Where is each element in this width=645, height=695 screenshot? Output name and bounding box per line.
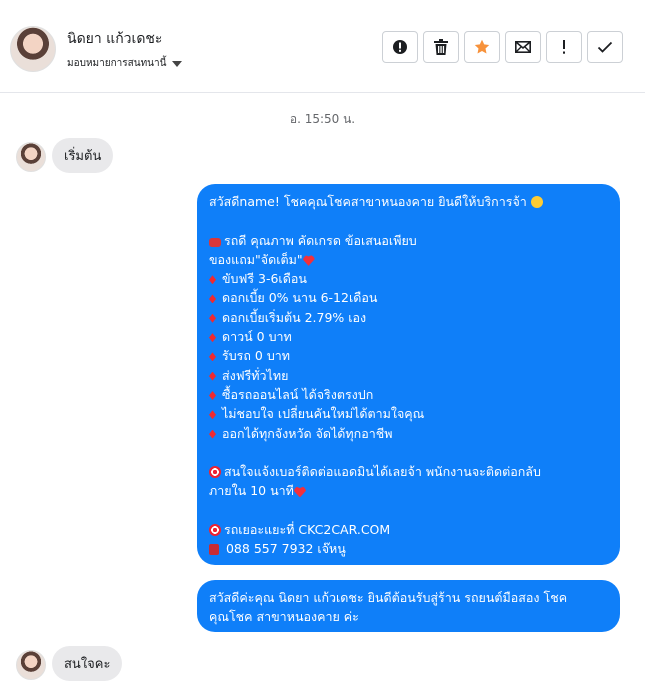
incoming-message: เริ่มต้น (52, 138, 114, 173)
target-emoji-icon (209, 524, 221, 537)
contact-line: สนใจแจ้งเบอร์ติดต่อแอดมินได้เลยจ้า พนักง… (224, 464, 541, 480)
assign-label: มอบหมายการสนทนานี้ (67, 58, 167, 69)
contact-line: ภายใน 10 นาที (209, 483, 294, 499)
action-toolbar (382, 31, 623, 63)
bullet-text: ขับฟรี 3-6เดือน (222, 271, 307, 287)
contact-avatar[interactable] (10, 26, 56, 72)
car-emoji-icon (209, 237, 221, 247)
sender-avatar (16, 142, 46, 172)
message-line: คุณโชค สาขาหนองคาย ค่ะ (209, 609, 359, 625)
diamond-icon (209, 410, 216, 420)
website-line: รถเยอะแยะที่ CKC2CAR.COM (224, 522, 391, 538)
message-line: สวัสดีค่ะคุณ นิดยา แก้วเดชะ ยินดีต้อนรับ… (209, 590, 568, 605)
heart-emoji-icon (293, 486, 306, 498)
star-struck-emoji-icon (530, 196, 543, 208)
bullet-text: ออกได้ทุกจังหวัด จัดได้ทุกอาชีพ (222, 425, 393, 441)
greeting-text: สวัสดีname! โชคคุณโชคสาขาหนองคาย ยินดีให… (209, 194, 527, 209)
phone-line: 088 557 7932 เจ๊หนู (225, 541, 346, 557)
assign-conversation-dropdown[interactable]: มอบหมายการสนทนานี้ (67, 56, 183, 71)
spam-alert-button[interactable] (382, 31, 418, 63)
phone-emoji-icon (209, 544, 219, 556)
delete-button[interactable] (423, 31, 459, 63)
bullet-text: รับรถ 0 บาท (222, 348, 291, 364)
outgoing-message: สวัสดีค่ะคุณ นิดยา แก้วเดชะ ยินดีต้อนรับ… (197, 580, 620, 632)
bullet-text: ดอกเบี้ย 0% นาน 6-12เดือน (222, 290, 378, 306)
exclamation-icon (563, 40, 565, 54)
envelope-icon (515, 41, 531, 53)
check-icon (597, 41, 613, 53)
bullet-text: ดาวน์ 0 บาท (222, 329, 292, 345)
alert-octagon-icon (393, 40, 407, 54)
bullet-text: ไม่ชอบใจ เปลี่ยนคันใหม่ได้ตามใจคุณ (222, 406, 425, 422)
promo-line: รถดี คุณภาพ คัดเกรด ข้อเสนอเพียบ (224, 232, 417, 248)
mark-unread-button[interactable] (505, 31, 541, 63)
heart-emoji-icon (302, 254, 315, 266)
diamond-icon (209, 275, 216, 285)
star-icon (474, 39, 490, 54)
star-button[interactable] (464, 31, 500, 63)
diamond-icon (209, 333, 216, 343)
follow-up-button[interactable] (546, 31, 582, 63)
trash-icon (434, 39, 448, 55)
diamond-icon (209, 371, 216, 381)
diamond-icon (209, 294, 216, 304)
contact-name[interactable]: นิดยา แก้วเดชะ (67, 28, 162, 50)
diamond-icon (209, 352, 216, 362)
diamond-icon (209, 313, 216, 323)
target-emoji-icon (209, 466, 221, 479)
bullet-text: ซื้อรถออนไลน์ ได้จริงตรงปก (222, 386, 374, 402)
diamond-icon (209, 390, 216, 400)
promo-line: ของแถม"จัดเต็ม" (209, 251, 303, 267)
caret-down-icon (172, 60, 183, 67)
sender-avatar (16, 650, 46, 680)
incoming-message: สนใจคะ (52, 646, 123, 681)
conversation-header: นิดยา แก้วเดชะ มอบหมายการสนทนานี้ (0, 0, 645, 93)
message-timestamp: อ. 15:50 น. (289, 112, 356, 126)
bullet-text: ดอกเบี้ยเริ่มต้น 2.79% เอง (222, 309, 367, 325)
done-button[interactable] (587, 31, 623, 63)
diamond-icon (209, 429, 216, 439)
bullet-text: ส่งฟรีทั่วไทย (222, 367, 289, 383)
outgoing-message: สวัสดีname! โชคคุณโชคสาขาหนองคาย ยินดีให… (197, 184, 620, 565)
